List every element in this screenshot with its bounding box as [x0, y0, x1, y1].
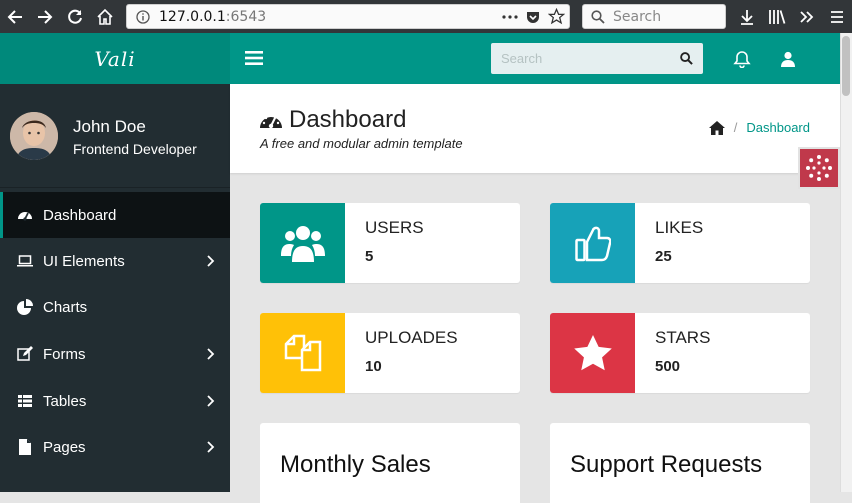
app-search-placeholder: Search: [501, 51, 543, 66]
sidebar-item-label: Dashboard: [43, 206, 117, 224]
widget-icon-bg: [550, 313, 635, 393]
url-host: 127.0.0.1: [159, 8, 226, 25]
chevron-right-icon: [206, 347, 216, 361]
sidebar-item-label: Tables: [43, 392, 87, 410]
widget-label: USERS: [365, 218, 424, 237]
sidebar-item-pages[interactable]: Pages: [0, 424, 230, 470]
app-header: Search: [230, 33, 840, 84]
sidebar-item-label: Charts: [43, 298, 88, 316]
widget-label: UPLOADES: [365, 328, 458, 347]
widget-likes: LIKES 25: [550, 203, 810, 283]
user-panel: John Doe Frontend Developer: [0, 84, 230, 188]
tile-title: Monthly Sales: [280, 451, 431, 478]
breadcrumb: / Dashboard: [708, 120, 810, 135]
user-role: Frontend Developer: [73, 141, 197, 157]
app-logo-area[interactable]: Vali: [0, 33, 230, 84]
table-icon: [17, 393, 33, 409]
widget-label: LIKES: [655, 218, 704, 237]
dashboard-icon: [17, 207, 33, 223]
users-icon: [280, 224, 325, 262]
info-icon[interactable]: [136, 10, 150, 24]
sidebar-item-ui-elements[interactable]: UI Elements: [0, 238, 230, 284]
sidebar-item-tables[interactable]: Tables: [0, 378, 230, 424]
scrollbar-thumb[interactable]: [842, 36, 850, 96]
widget-label: STARS: [655, 328, 711, 347]
page-scrollbar[interactable]: [840, 33, 852, 492]
widget-users: USERS 5: [260, 203, 520, 283]
files-icon: [284, 334, 322, 372]
edit-icon: [17, 346, 33, 362]
bookmark-star-icon[interactable]: [548, 8, 565, 25]
forward-icon[interactable]: [36, 8, 54, 26]
url-port: :6543: [225, 8, 267, 25]
sidebar-toggle-icon[interactable]: [245, 50, 263, 66]
browser-search-placeholder: Search: [613, 9, 662, 25]
widget-stars: STARS 500: [550, 313, 810, 393]
widget-uploads: UPLOADES 10: [260, 313, 520, 393]
sidebar-item-label: Pages: [43, 438, 86, 456]
page-title-text: Dashboard: [289, 106, 407, 133]
widget-value: 5: [365, 248, 374, 265]
laptop-icon: [17, 253, 33, 269]
notifications-bell-icon[interactable]: [733, 50, 751, 68]
thumbs-up-icon: [574, 224, 611, 262]
widget-icon-bg: [550, 203, 635, 283]
url-text: 127.0.0.1:6543: [159, 9, 266, 25]
sidebar-item-dashboard[interactable]: Dashboard: [0, 192, 230, 238]
user-name: John Doe: [73, 117, 146, 136]
chevron-right-icon: [206, 394, 216, 408]
page-title-bar: Dashboard A free and modular admin templ…: [230, 84, 840, 173]
home-icon[interactable]: [96, 8, 114, 26]
widget-icon-bg: [260, 203, 345, 283]
browser-search-input[interactable]: Search: [582, 4, 726, 29]
search-icon[interactable]: [680, 52, 693, 65]
menu-icon[interactable]: [828, 8, 846, 26]
reload-icon[interactable]: [66, 8, 84, 26]
more-actions-icon[interactable]: [501, 10, 519, 24]
page-subtitle: A free and modular admin template: [260, 136, 463, 151]
page-title: Dashboard: [259, 106, 406, 134]
tile-title: Support Requests: [570, 451, 763, 478]
widget-value: 500: [655, 358, 681, 375]
home-icon[interactable]: [708, 120, 725, 135]
breadcrumb-separator: /: [733, 120, 738, 135]
browser-toolbar: 127.0.0.1:6543 Search: [0, 0, 852, 33]
user-menu-icon[interactable]: [781, 51, 795, 67]
widget-value: 10: [365, 358, 382, 375]
customizer-button[interactable]: [798, 147, 840, 189]
url-bar[interactable]: 127.0.0.1:6543: [126, 4, 570, 29]
sidebar-item-label: UI Elements: [43, 252, 125, 270]
widget-value: 25: [655, 248, 672, 265]
sidebar-item-label: Forms: [43, 345, 86, 363]
widget-icon-bg: [260, 313, 345, 393]
star-icon: [573, 335, 612, 371]
pie-chart-icon: [17, 299, 33, 315]
avatar: [10, 112, 58, 160]
search-icon: [591, 10, 605, 24]
app-search-input[interactable]: Search: [491, 43, 703, 74]
sidebar: John Doe Frontend Developer Dashboard UI…: [0, 84, 230, 492]
tile-support-requests: Support Requests: [550, 423, 810, 503]
app-logo[interactable]: Vali: [94, 47, 135, 71]
dashboard-icon: [259, 109, 283, 131]
pocket-icon[interactable]: [525, 9, 541, 25]
chevron-right-icon: [206, 254, 216, 268]
download-icon[interactable]: [738, 8, 756, 26]
tile-monthly-sales: Monthly Sales: [260, 423, 520, 503]
back-icon[interactable]: [6, 8, 24, 26]
breadcrumb-link[interactable]: Dashboard: [746, 120, 810, 135]
sidebar-item-charts[interactable]: Charts: [0, 284, 230, 330]
sidebar-item-forms[interactable]: Forms: [0, 331, 230, 377]
library-icon[interactable]: [768, 8, 786, 26]
spinner-icon: [805, 154, 833, 182]
chevron-right-icon: [206, 440, 216, 454]
overflow-icon[interactable]: [798, 8, 816, 26]
file-icon: [17, 439, 33, 455]
